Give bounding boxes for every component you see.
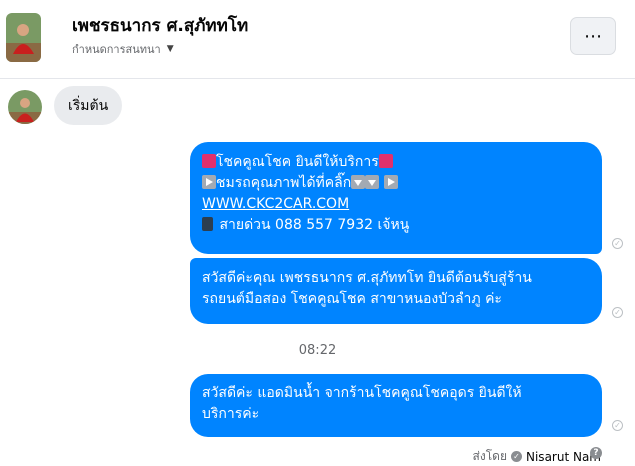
message-text: สวัสดีค่ะคุณ เพชรธนากร ศ.สุภัททโท ยินดีต… [202,270,532,286]
sent-by-label: ส่งโดย [472,449,507,463]
conversation-settings[interactable]: กำหนดการสนทนา ▼ [72,40,174,58]
sent-by-info: ส่งโดย ✓ Nisarut Nam [473,447,601,466]
delivered-check-icon: ✓ [612,238,623,249]
delivered-check-icon: ✓ [612,307,623,318]
message-text: สวัสดีค่ะ แอดมินน้ำ จากร้านโชคคูณโชคอุดร… [202,385,522,401]
message-line: ชมรถคุณภาพได้ที่คลิ๊ก [202,173,590,194]
message-text: ชมรถคุณภาพได้ที่คลิ๊ก [216,175,352,191]
outgoing-message-3[interactable]: สวัสดีค่ะ แอดมินน้ำ จากร้านโชคคูณโชคอุดร… [190,374,602,437]
outgoing-message-1[interactable]: โชคคูณโชค ยินดีให้บริการ ชมรถคุณภาพได้ที… [190,142,602,254]
down-arrow-emoji-icon [351,175,366,189]
help-icon[interactable]: ? [590,447,602,459]
outgoing-message-2[interactable]: สวัสดีค่ะคุณ เพชรธนากร ศ.สุภัททโท ยินดีต… [190,258,602,324]
message-text: เริ่มต้น [68,97,109,114]
page-title: เพชรธนากร ศ.สุภัททโท [72,16,249,36]
ribbon-emoji-icon [378,154,393,168]
delivered-check-icon: ✓ [612,420,623,431]
website-link[interactable]: WWW.CKC2CAR.COM [202,194,590,215]
ribbon-emoji-icon [202,154,216,168]
conversation-header: เพชรธนากร ศ.สุภัททโท กำหนดการสนทนา ▼ ⋯ [0,0,635,79]
avatar[interactable] [6,13,41,62]
more-horizontal-icon: ⋯ [584,25,602,47]
play-emoji-icon [202,175,216,189]
sender-avatar[interactable] [8,90,42,124]
verified-icon: ✓ [511,451,522,462]
message-text: บริการค่ะ [202,406,260,422]
timestamp: 08:22 [298,343,337,358]
message-text: รถยนต์มือสอง โชคคูณโชค สาขาหนองบัวลำภู ค… [202,291,502,307]
down-arrow-emoji-icon [365,175,380,189]
caret-down-icon: ▼ [166,44,174,54]
play-emoji-icon [383,175,398,189]
message-line: สายด่วน 088 557 7932 เจ้หนู [202,215,590,236]
more-options-button[interactable]: ⋯ [570,17,616,55]
incoming-message[interactable]: เริ่มต้น [54,86,123,125]
message-text: สายด่วน 088 557 7932 เจ้หนู [219,217,410,233]
message-text: โชคคูณโชค ยินดีให้บริการ [216,154,379,170]
message-line: โชคคูณโชค ยินดีให้บริการ [202,152,590,173]
phone-emoji-icon [202,217,213,231]
conversation-settings-label: กำหนดการสนทนา [72,43,161,56]
